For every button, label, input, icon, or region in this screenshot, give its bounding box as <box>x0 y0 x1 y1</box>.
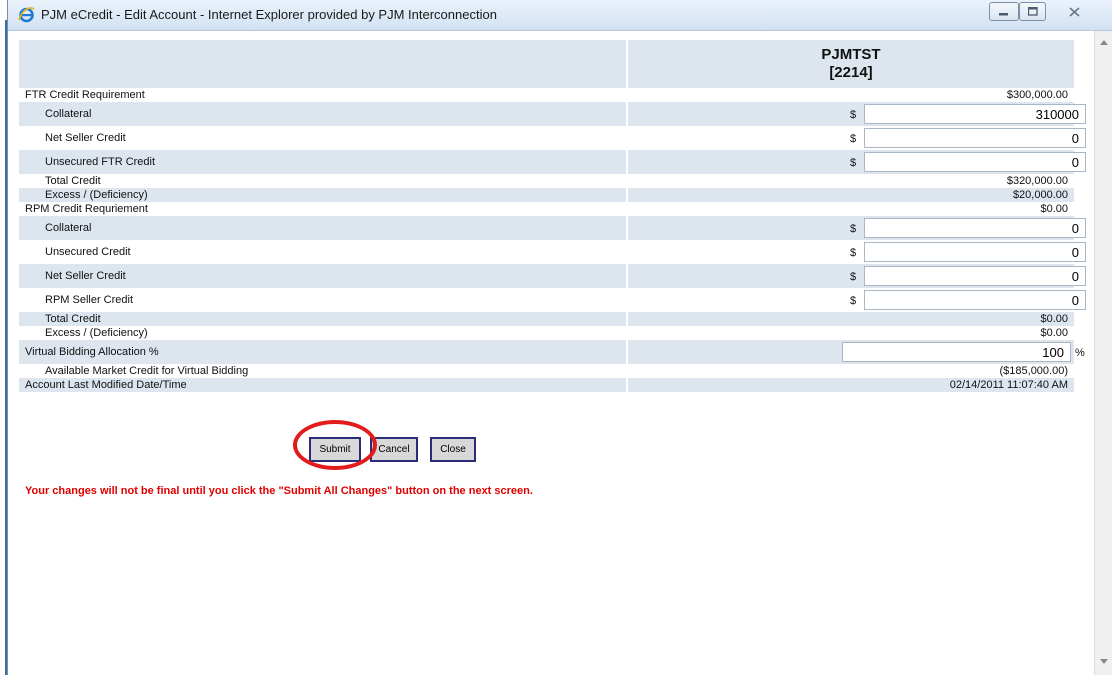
ftr-unsecured-row: Unsecured FTR Credit $ <box>19 150 1086 174</box>
ftr-net-seller-label: Net Seller Credit <box>19 126 628 150</box>
internet-explorer-icon <box>18 7 35 23</box>
ftr-excess-value: $20,000.00 <box>627 188 1074 202</box>
rpm-requirement-row: RPM Credit Requriement $0.00 <box>19 202 1074 216</box>
last-modified-row: Account Last Modified Date/Time 02/14/20… <box>19 378 1074 392</box>
ftr-collateral-input[interactable] <box>864 104 1086 124</box>
ftr-excess-label: Excess / (Deficiency) <box>19 188 628 202</box>
ftr-total-label: Total Credit <box>19 174 628 188</box>
maximize-button[interactable] <box>1019 2 1046 21</box>
rpm-net-seller-cell: $ <box>634 266 1086 286</box>
rpm-net-seller-input[interactable] <box>864 266 1086 286</box>
header-blank <box>19 40 627 88</box>
ftr-requirement-label: FTR Credit Requirement <box>19 88 628 102</box>
vertical-scrollbar[interactable] <box>1094 31 1112 675</box>
account-header: PJMTST [2214] <box>626 40 1074 88</box>
ftr-net-seller-input[interactable] <box>864 128 1086 148</box>
rpm-net-seller-row: Net Seller Credit $ <box>19 264 1086 288</box>
ftr-total-value: $320,000.00 <box>627 174 1074 188</box>
account-id: [2214] <box>829 64 873 81</box>
rpm-unsecured-cell: $ <box>634 242 1086 262</box>
ftr-collateral-row: Collateral $ <box>19 102 1086 126</box>
ftr-collateral-cell: $ <box>634 104 1086 124</box>
ftr-requirement-row: FTR Credit Requirement $300,000.00 <box>19 88 1074 102</box>
dollar-sign: $ <box>850 133 857 145</box>
ftr-collateral-label: Collateral <box>19 102 628 126</box>
ftr-unsecured-input[interactable] <box>864 152 1086 172</box>
title-bar: PJM eCredit - Edit Account - Internet Ex… <box>8 0 1112 31</box>
ftr-net-seller-cell: $ <box>634 128 1086 148</box>
rpm-total-row: Total Credit $0.00 <box>19 312 1074 326</box>
vb-allocation-label: Virtual Bidding Allocation % <box>19 340 628 364</box>
account-header-row: PJMTST [2214] <box>19 40 1074 88</box>
rpm-collateral-row: Collateral $ <box>19 216 1086 240</box>
maximize-icon <box>1027 7 1038 16</box>
account-form: PJMTST [2214] FTR Credit Requirement $30… <box>19 40 1086 392</box>
available-credit-row: Available Market Credit for Virtual Bidd… <box>19 364 1074 378</box>
scroll-up-arrow-icon[interactable] <box>1100 40 1108 45</box>
rpm-seller-input[interactable] <box>864 290 1086 310</box>
ftr-unsecured-cell: $ <box>634 152 1086 172</box>
warning-message: Your changes will not be final until you… <box>25 485 533 497</box>
rpm-requirement-label: RPM Credit Requriement <box>19 202 628 216</box>
dollar-sign: $ <box>850 295 857 307</box>
rpm-net-seller-label: Net Seller Credit <box>19 264 628 288</box>
rpm-excess-label: Excess / (Deficiency) <box>19 326 628 340</box>
rpm-unsecured-input[interactable] <box>864 242 1086 262</box>
dollar-sign: $ <box>850 157 857 169</box>
dollar-sign: $ <box>850 247 857 259</box>
ftr-unsecured-label: Unsecured FTR Credit <box>19 150 628 174</box>
close-icon <box>1068 6 1080 17</box>
rpm-excess-row: Excess / (Deficiency) $0.00 <box>19 326 1074 340</box>
rpm-unsecured-row: Unsecured Credit $ <box>19 240 1086 264</box>
ftr-net-seller-row: Net Seller Credit $ <box>19 126 1086 150</box>
close-window-button[interactable] <box>1054 2 1094 21</box>
rpm-seller-row: RPM Seller Credit $ <box>19 288 1086 312</box>
rpm-collateral-label: Collateral <box>19 216 628 240</box>
rpm-unsecured-label: Unsecured Credit <box>19 240 628 264</box>
last-modified-label: Account Last Modified Date/Time <box>19 378 628 392</box>
window-title: PJM eCredit - Edit Account - Internet Ex… <box>41 7 497 22</box>
available-credit-value: ($185,000.00) <box>627 364 1074 378</box>
dollar-sign: $ <box>850 223 857 235</box>
scroll-down-arrow-icon[interactable] <box>1100 659 1108 664</box>
rpm-excess-value: $0.00 <box>627 326 1074 340</box>
rpm-collateral-cell: $ <box>634 218 1086 238</box>
submit-button[interactable]: Submit <box>309 437 361 462</box>
rpm-requirement-value: $0.00 <box>627 202 1074 216</box>
ftr-excess-row: Excess / (Deficiency) $20,000.00 <box>19 188 1074 202</box>
rpm-seller-cell: $ <box>634 290 1086 310</box>
rpm-total-value: $0.00 <box>627 312 1074 326</box>
vb-allocation-row: Virtual Bidding Allocation % % <box>19 340 1085 364</box>
minimize-icon <box>999 12 1008 15</box>
rpm-seller-label: RPM Seller Credit <box>19 288 628 312</box>
dollar-sign: $ <box>850 109 857 121</box>
minimize-button[interactable] <box>989 2 1019 21</box>
cancel-button[interactable]: Cancel <box>370 437 418 462</box>
last-modified-value: 02/14/2011 11:07:40 AM <box>627 378 1074 392</box>
close-button[interactable]: Close <box>430 437 476 462</box>
dollar-sign: $ <box>850 271 857 283</box>
ftr-total-row: Total Credit $320,000.00 <box>19 174 1074 188</box>
percent-sign: % <box>1075 347 1085 359</box>
rpm-collateral-input[interactable] <box>864 218 1086 238</box>
ftr-requirement-value: $300,000.00 <box>627 88 1074 102</box>
available-credit-label: Available Market Credit for Virtual Bidd… <box>19 364 628 378</box>
account-name: PJMTST <box>821 46 881 63</box>
vb-allocation-cell: % <box>634 342 1085 362</box>
vb-allocation-input[interactable] <box>842 342 1071 362</box>
rpm-total-label: Total Credit <box>19 312 628 326</box>
account-credit-table: PJMTST [2214] FTR Credit Requirement $30… <box>19 40 1086 392</box>
